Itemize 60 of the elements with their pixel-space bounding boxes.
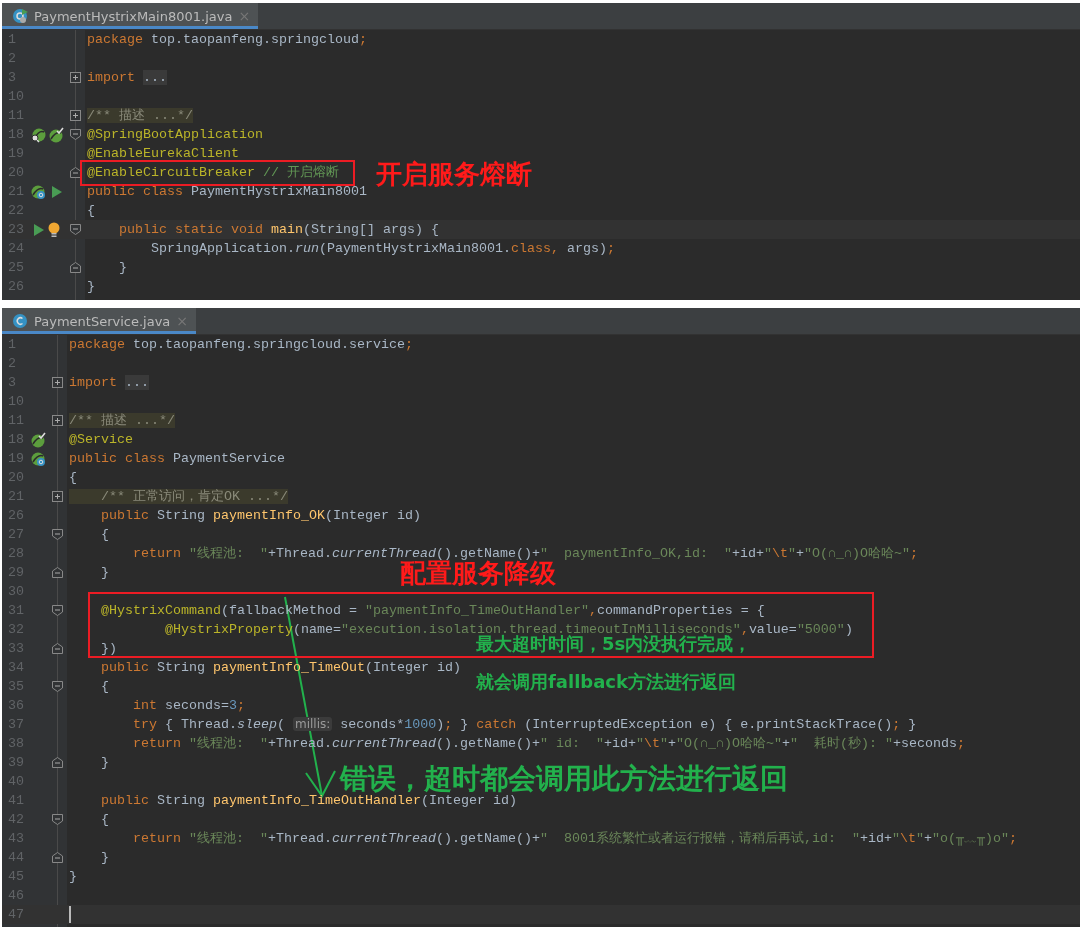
lightbulb-icon[interactable] <box>48 221 60 238</box>
bean-class-icon[interactable] <box>30 183 46 200</box>
code-line: public static void main(String[] args) { <box>118 221 439 238</box>
code-line: { <box>69 469 77 486</box>
code-line: package top.taopanfeng.springcloud; <box>87 31 367 48</box>
code-line: SpringApplication.run(PaymentHystrixMain8001.class, args); <box>150 240 615 257</box>
code-line: { <box>100 811 109 828</box>
expand-fold-icon[interactable] <box>70 110 81 121</box>
code-line: public String paymentInfo_OK(Integer id) <box>100 507 421 524</box>
annotation-text: 开启服务熔断 <box>376 160 532 190</box>
code-line: public class PaymentHystrixMain8001 <box>87 183 367 200</box>
fold-end-icon[interactable] <box>52 852 63 863</box>
fold-end-icon[interactable] <box>52 567 63 578</box>
code-line: package top.taopanfeng.springcloud.service; <box>69 336 413 353</box>
fold-end-icon[interactable] <box>52 643 63 654</box>
bean-check-icon[interactable] <box>30 431 46 448</box>
fold-end-icon[interactable] <box>70 167 81 178</box>
expand-fold-icon[interactable] <box>70 72 81 83</box>
expand-fold-icon[interactable] <box>52 377 63 388</box>
collapse-fold-icon[interactable] <box>70 224 81 235</box>
code-line: { <box>87 202 95 219</box>
collapse-fold-icon[interactable] <box>52 814 63 825</box>
code-line: public class PaymentService <box>69 450 285 467</box>
code-line: return "线程池: "+Thread.currentThread().getName()+" 8001系统繁忙或者运行报错，请稍后再试,id: "+id+"\t"+"o(╥﹏╥)o"; <box>132 830 1017 847</box>
code-line: } <box>100 564 109 581</box>
annotation-text: 错误，超时都会调用此方法进行返回 <box>340 763 788 795</box>
code-line: } <box>69 868 77 885</box>
expand-fold-icon[interactable] <box>52 415 63 426</box>
bean-class-icon[interactable] <box>30 450 46 467</box>
bean-check-icon[interactable] <box>48 126 64 143</box>
code-line: int seconds=3; <box>132 697 245 714</box>
collapse-fold-icon[interactable] <box>52 681 63 692</box>
bean-search-icon[interactable] <box>30 126 46 143</box>
code-line: }) <box>100 640 117 657</box>
file-tab[interactable]: PaymentService.java × <box>2 308 197 334</box>
code-line: try { Thread.sleep( millis: seconds*1000); } catch (InterruptedException e) { e.printStackTrace(); } <box>132 716 917 733</box>
collapse-fold-icon[interactable] <box>52 529 63 540</box>
annotation-text: 就会调用fallback方法进行返回 <box>476 672 736 693</box>
class-icon <box>12 313 28 329</box>
code-line: return "线程池: "+Thread.currentThread().getName()+" paymentInfo_OK,id: "+id+"\t"+"O(∩_∩)O哈哈~"; <box>132 545 918 561</box>
code-line: } <box>100 754 109 771</box>
fold-end-icon[interactable] <box>52 757 63 768</box>
code-line: @EnableEurekaClient <box>87 145 239 162</box>
code-line: } <box>118 259 127 276</box>
code-line: public String paymentInfo_TimeOutHandler(Integer id) <box>100 792 517 809</box>
code-line: { <box>100 526 109 543</box>
collapse-fold-icon[interactable] <box>52 605 63 616</box>
code-line: import ... <box>87 69 167 86</box>
code-line: @SpringBootApplication <box>87 126 263 143</box>
fold-end-icon[interactable] <box>70 262 81 273</box>
collapse-fold-icon[interactable] <box>70 129 81 140</box>
spring-class-icon <box>12 8 28 24</box>
code-line: import ... <box>69 374 149 391</box>
code-line: @Service <box>69 431 133 448</box>
code-line: { <box>100 678 109 695</box>
code-line: } <box>100 849 109 866</box>
code-line: } <box>87 278 95 295</box>
expand-fold-icon[interactable] <box>52 491 63 502</box>
file-tab[interactable]: PaymentHystrixMain8001.java × <box>2 3 259 29</box>
annotation-text: 配置服务降级 <box>400 559 556 589</box>
